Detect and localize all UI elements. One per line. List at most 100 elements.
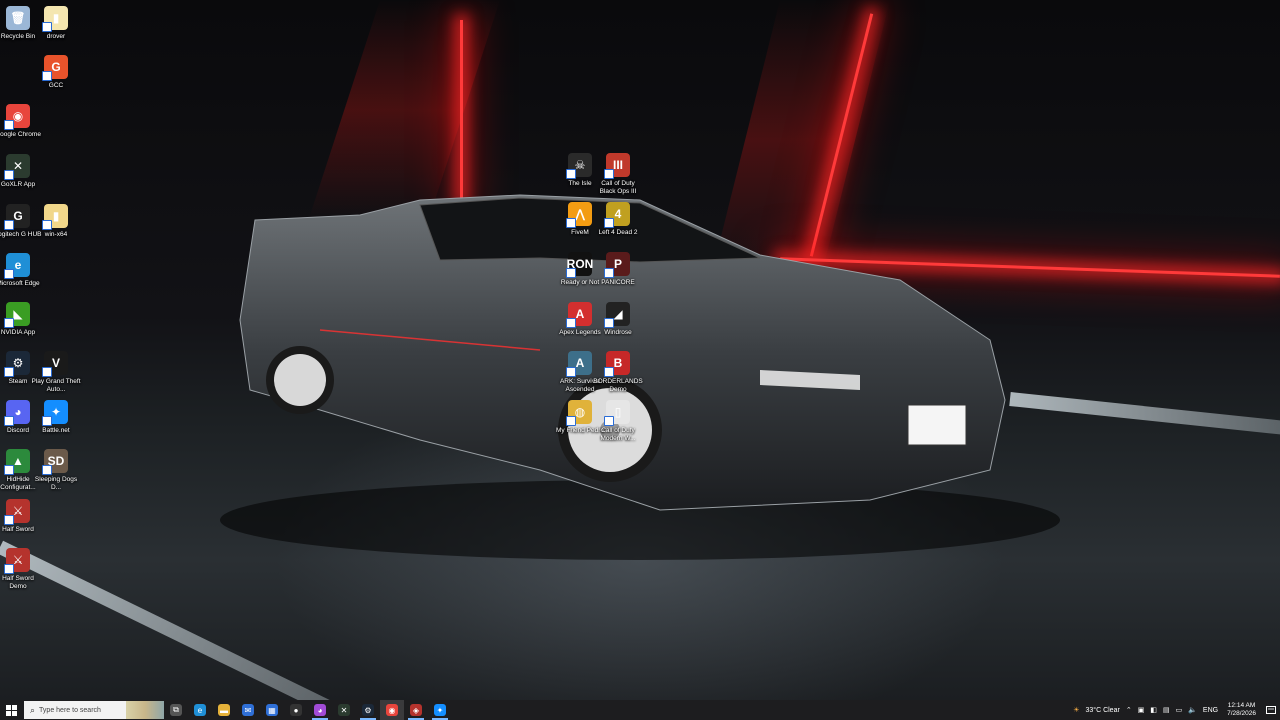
taskbar-messenger-button[interactable]: ◕ <box>308 700 332 720</box>
desktop-icon-gcc[interactable]: G GCC <box>31 55 81 90</box>
app-icon: ⚙ <box>4 351 30 377</box>
weather-text[interactable]: 33°C Clear <box>1085 707 1119 714</box>
shortcut-arrow-icon <box>604 367 614 377</box>
desktop-icon-drover[interactable]: ▮ drover <box>31 6 81 41</box>
app-glyph: ✕ <box>12 159 24 173</box>
app-glyph: ⚔ <box>12 504 24 518</box>
taskbar-store-button[interactable]: ▦ <box>260 700 284 720</box>
desktop-icon-call-of-duty-modern-w[interactable]: ▯ Call of Duty Modern W... <box>593 400 643 442</box>
shortcut-arrow-icon <box>42 22 52 32</box>
desktop-icon-label: Battle.net <box>42 427 70 434</box>
desktop-icon-microsoft-edge[interactable]: e Microsoft Edge <box>0 253 43 288</box>
desktop-icon-google-chrome[interactable]: ◉ Google Chrome <box>0 104 43 139</box>
app-glyph: ⚙ <box>12 356 24 370</box>
desktop-icon-borderlands-demo[interactable]: B BORDERLANDS Demo <box>593 351 643 393</box>
desktop-icon-label: Call of Duty Black Ops III <box>599 180 637 195</box>
app-glyph: V <box>51 356 60 370</box>
tray-app-icon[interactable]: ▣ <box>1138 706 1145 714</box>
desktop-icon-battle-net[interactable]: ✦ Battle.net <box>31 400 81 435</box>
tray-app-icon[interactable]: ◧ <box>1150 706 1157 714</box>
taskbar-file-explorer-button[interactable]: ▬ <box>212 700 236 720</box>
shortcut-arrow-icon <box>4 367 14 377</box>
obs-icon: ● <box>290 704 302 716</box>
app-glyph: ◕ <box>317 705 323 715</box>
app-icon: ◕ <box>4 400 30 426</box>
taskbar-battle-net-button[interactable]: ✦ <box>428 700 452 720</box>
notification-icon <box>1266 705 1276 714</box>
desktop-icon-win-x64[interactable]: ▮ win-x64 <box>31 204 81 239</box>
taskbar-obs-button[interactable]: ● <box>284 700 308 720</box>
app-icon: 4 <box>604 202 630 228</box>
app-glyph: G <box>51 60 61 74</box>
app-glyph: ◉ <box>12 109 24 123</box>
app-glyph: e <box>14 258 22 272</box>
taskbar-clock[interactable]: 12:14 AM 7/28/2026 <box>1227 702 1256 718</box>
app-glyph: ✉ <box>244 705 252 715</box>
desktop-icon-panicore[interactable]: P PANICORE <box>593 252 643 287</box>
app-icon: III <box>604 153 630 179</box>
taskbar-goxlr-button[interactable]: ✕ <box>332 700 356 720</box>
desktop-icon-label: win-x64 <box>44 231 68 238</box>
shortcut-arrow-icon <box>604 416 614 426</box>
app-glyph: ◍ <box>574 405 586 419</box>
clock-date: 7/28/2026 <box>1227 710 1256 717</box>
desktop-icon-play-grand-theft-auto[interactable]: V Play Grand Theft Auto... <box>31 351 81 393</box>
shortcut-arrow-icon <box>4 120 14 130</box>
desktop-icon-sleeping-dogs-d[interactable]: SD Sleeping Dogs D... <box>31 449 81 491</box>
weather-icon[interactable]: ☀ <box>1073 706 1079 714</box>
app-icon: G <box>4 204 30 230</box>
goxlr-icon: ✕ <box>338 704 350 716</box>
shortcut-arrow-icon <box>42 465 52 475</box>
desktop-icon-label: GCC <box>48 82 64 89</box>
shortcut-arrow-icon <box>566 416 576 426</box>
start-button[interactable] <box>0 700 22 720</box>
desktop-icon-left-4-dead-2[interactable]: 4 Left 4 Dead 2 <box>593 202 643 237</box>
chevron-up-icon[interactable]: ⌃ <box>1126 706 1132 714</box>
taskbar-steam-button[interactable]: ⚙ <box>356 700 380 720</box>
desktop-icon-half-sword[interactable]: ⚔ Half Sword <box>0 499 43 534</box>
mail-icon: ✉ <box>242 704 254 716</box>
shortcut-arrow-icon <box>604 318 614 328</box>
desktop-icon-half-sword-demo[interactable]: ⚔ Half Sword Demo <box>0 548 43 590</box>
shortcut-arrow-icon <box>604 169 614 179</box>
system-tray: ☀ 33°C Clear ⌃ ▣ ◧ ▤ ▭ 🔈 ENG 12:14 AM 7/… <box>1070 700 1280 720</box>
app-icon: RON <box>566 252 593 278</box>
shortcut-arrow-icon <box>566 169 576 179</box>
app-glyph: ◕ <box>14 405 22 419</box>
desktop-wallpaper <box>0 0 1280 700</box>
app-icon: ⋀ <box>566 202 592 228</box>
app-glyph: ▮ <box>52 209 60 223</box>
app-icon: ✕ <box>4 154 30 180</box>
windows-logo-icon <box>5 704 17 716</box>
desktop-icon-label: BORDERLANDS Demo <box>593 378 643 393</box>
app-glyph: ⚙ <box>364 705 372 715</box>
app-icon: V <box>42 351 68 377</box>
taskbar-mail-button[interactable]: ✉ <box>236 700 260 720</box>
app-icon: A <box>566 351 592 377</box>
app-glyph: ▯ <box>614 405 622 419</box>
taskbar-search-box[interactable]: ⌕ Type here to search <box>24 701 164 719</box>
desktop-icon-nvidia-app[interactable]: ◣ NVIDIA App <box>0 302 43 337</box>
desktop-icon-label: drover <box>46 33 66 40</box>
app-icon: ◍ <box>566 400 592 426</box>
taskbar-edge-button[interactable]: e <box>188 700 212 720</box>
app-icon: 🗑 <box>6 6 30 30</box>
app-glyph: ⚔ <box>12 553 24 567</box>
taskbar-app-red-button[interactable]: ◈ <box>404 700 428 720</box>
volume-icon[interactable]: 🔈 <box>1188 706 1197 714</box>
taskbar-task-view-button[interactable]: ⧉ <box>164 700 188 720</box>
tray-app-icon[interactable]: ▤ <box>1163 706 1170 714</box>
app-glyph: ✕ <box>340 705 348 715</box>
taskbar-chrome-button[interactable]: ◉ <box>380 700 404 720</box>
app-glyph: ⧉ <box>173 705 179 714</box>
app-glyph: III <box>612 158 623 172</box>
app-glyph: ▮ <box>52 11 60 25</box>
notification-center-button[interactable] <box>1262 700 1280 720</box>
language-indicator[interactable]: ENG <box>1203 707 1218 714</box>
network-icon[interactable]: ▭ <box>1176 706 1183 714</box>
desktop-icon-windrose[interactable]: ◢ Windrose <box>593 302 643 337</box>
desktop-icon-goxlr-app[interactable]: ✕ GoXLR App <box>0 154 43 189</box>
desktop-icon-call-of-duty-black-ops-iii[interactable]: III Call of Duty Black Ops III <box>593 153 643 195</box>
desktop-icon-label: Call of Duty Modern W... <box>600 427 636 442</box>
app-icon: ✦ <box>42 400 68 426</box>
